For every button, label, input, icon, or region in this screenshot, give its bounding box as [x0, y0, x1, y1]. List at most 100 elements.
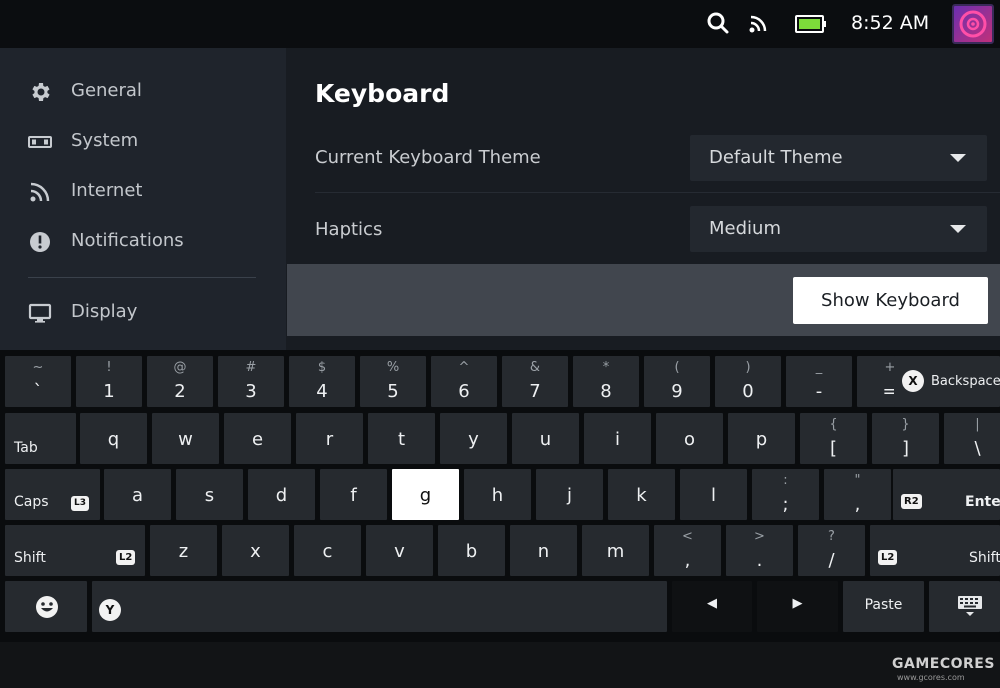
key[interactable]: _ - — [786, 356, 852, 407]
key[interactable]: ! 1 — [76, 356, 142, 407]
key[interactable]: j — [536, 469, 603, 520]
key[interactable]: p — [728, 413, 795, 464]
key[interactable]: & 7 — [502, 356, 568, 407]
key[interactable]: @2 — [147, 356, 213, 407]
battery-icon — [795, 15, 826, 33]
key-paste[interactable]: Paste — [843, 581, 924, 632]
key-char: ` — [33, 381, 43, 402]
key[interactable]: e — [224, 413, 291, 464]
key-char: j — [566, 485, 572, 506]
key-space[interactable]: Y — [92, 581, 667, 632]
haptics-label: Haptics — [315, 219, 383, 240]
key-shift-char: ^ — [458, 360, 470, 375]
key-char: 2 — [174, 381, 186, 402]
key[interactable]: x — [222, 525, 289, 576]
key[interactable]: <, — [654, 525, 721, 576]
sidebar-item-general[interactable]: General — [0, 69, 286, 115]
key[interactable]: a — [104, 469, 171, 520]
key-hide-keyboard[interactable] — [929, 581, 1000, 632]
key-enter[interactable]: R2 Enter — [893, 469, 1000, 520]
key[interactable]: w — [152, 413, 219, 464]
key[interactable]: c — [294, 525, 361, 576]
sidebar-item-notifications[interactable]: Notifications — [0, 219, 286, 265]
key[interactable]: b — [438, 525, 505, 576]
key[interactable]: k — [608, 469, 675, 520]
key-shift-right[interactable]: L2 Shift — [870, 525, 1000, 576]
key-char: 6 — [458, 381, 470, 402]
key[interactable]: ~ ` — [5, 356, 71, 407]
bottom-strip — [0, 642, 1000, 688]
key-char: q — [107, 429, 120, 450]
key[interactable]: {[ — [800, 413, 867, 464]
key[interactable]: n — [510, 525, 577, 576]
key[interactable]: ? / — [798, 525, 865, 576]
key[interactable]: (9 — [644, 356, 710, 407]
key-shift-char: _ — [815, 360, 823, 375]
key-char: y — [468, 429, 479, 450]
key[interactable]: l — [680, 469, 747, 520]
key-label: Enter — [965, 494, 1000, 510]
key-char: 4 — [316, 381, 328, 402]
theme-dropdown[interactable]: Default Theme — [690, 135, 987, 181]
key[interactable]: f — [320, 469, 387, 520]
key[interactable]: g — [392, 469, 459, 520]
key-caps[interactable]: Caps L3 — [5, 469, 100, 520]
key-char: c — [322, 541, 333, 562]
key[interactable]: }] — [872, 413, 939, 464]
key-char: . — [756, 550, 763, 571]
key-left-arrow[interactable]: ◀ — [672, 581, 752, 632]
search-icon[interactable] — [705, 10, 731, 36]
key-right-arrow[interactable]: ▶ — [757, 581, 838, 632]
key-tab[interactable]: Tab — [5, 413, 76, 464]
key-shift-left[interactable]: Shift L2 — [5, 525, 145, 576]
sidebar-item-system[interactable]: System — [0, 119, 286, 165]
key-char: i — [614, 429, 620, 450]
key[interactable]: >. — [726, 525, 793, 576]
key[interactable]: r — [296, 413, 363, 464]
key[interactable]: y — [440, 413, 507, 464]
key[interactable]: d — [248, 469, 315, 520]
sidebar-item-internet[interactable]: Internet — [0, 169, 286, 215]
status-bar: 8:52 AM — [0, 0, 1000, 48]
key[interactable]: ^ 6 — [431, 356, 497, 407]
key-char: 3 — [245, 381, 257, 402]
sidebar-divider — [28, 277, 256, 278]
key-backspace[interactable]: X Backspace — [894, 356, 1000, 407]
key-char: 0 — [742, 381, 754, 402]
key-char: b — [465, 541, 478, 562]
key-shift-char: * — [602, 360, 610, 375]
on-screen-keyboard: ~ `! 1 @2 #3 $4% 5 ^ 6 & 7 * 8(9) 0 _ - + = X Backspace T… — [0, 350, 1000, 642]
key[interactable]: s — [176, 469, 243, 520]
haptics-dropdown[interactable]: Medium — [690, 206, 987, 252]
key[interactable]: m — [582, 525, 649, 576]
key-label: Shift — [14, 550, 46, 566]
key[interactable]: :; — [752, 469, 819, 520]
key-emoji[interactable] — [5, 581, 87, 632]
key-char: n — [537, 541, 550, 562]
key[interactable]: o — [656, 413, 723, 464]
key-char: f — [350, 485, 357, 506]
key[interactable]: | \ — [944, 413, 1000, 464]
key[interactable]: t — [368, 413, 435, 464]
show-keyboard-row: Show Keyboard — [287, 264, 1000, 336]
key[interactable]: % 5 — [360, 356, 426, 407]
show-keyboard-button[interactable]: Show Keyboard — [793, 277, 988, 324]
key[interactable]: z — [150, 525, 217, 576]
key[interactable]: i — [584, 413, 651, 464]
l3-button-icon: L3 — [71, 496, 89, 511]
key[interactable]: ", — [824, 469, 891, 520]
key[interactable]: $4 — [289, 356, 355, 407]
key[interactable]: ) 0 — [715, 356, 781, 407]
key[interactable]: #3 — [218, 356, 284, 407]
key-label: Tab — [14, 440, 38, 456]
key[interactable]: h — [464, 469, 531, 520]
key[interactable]: q — [80, 413, 147, 464]
key[interactable]: u — [512, 413, 579, 464]
key-char: e — [251, 429, 264, 450]
key-shift-char: ( — [674, 360, 680, 375]
key[interactable]: v — [366, 525, 433, 576]
key[interactable]: * 8 — [573, 356, 639, 407]
sidebar-item-display[interactable]: Display — [0, 290, 286, 336]
key-char: r — [325, 429, 334, 450]
avatar[interactable] — [952, 4, 994, 44]
